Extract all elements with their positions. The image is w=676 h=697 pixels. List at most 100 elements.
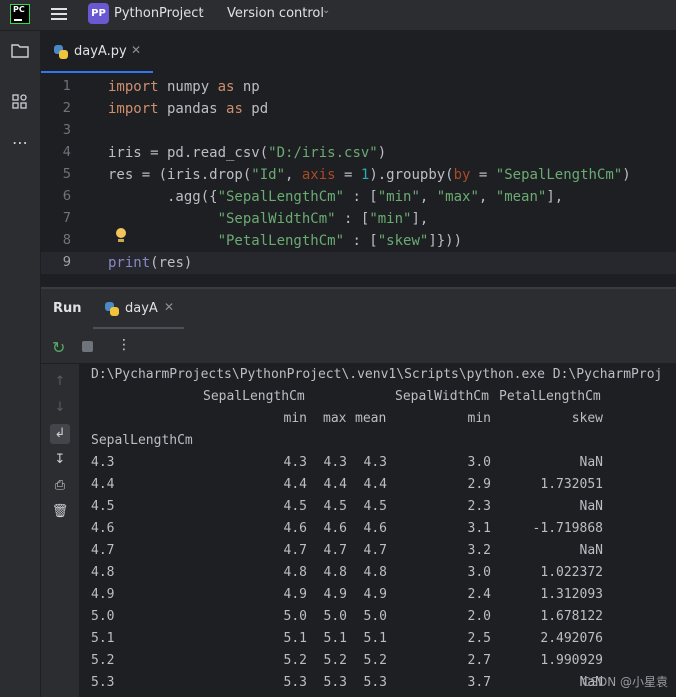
tab-run-daya[interactable]: dayA ✕ xyxy=(93,289,184,329)
line-number: 3 xyxy=(62,123,71,138)
cell-skew: NaN xyxy=(579,455,603,470)
close-icon[interactable]: ✕ xyxy=(131,43,141,57)
header-skew: skew xyxy=(571,411,603,426)
editor-tab-bar: dayA.py ✕ xyxy=(41,31,676,74)
cell-min: 4.4 xyxy=(283,477,307,492)
code-line: 6 .agg({"SepalLengthCm" : ["min", "max",… xyxy=(41,186,676,208)
cell-sw-min: 2.4 xyxy=(467,587,491,602)
cell-idx: 4.9 xyxy=(91,587,115,602)
cell-max: 4.3 xyxy=(323,455,347,470)
lightbulb-icon[interactable] xyxy=(115,228,127,242)
cell-sw-min: 3.0 xyxy=(467,455,491,470)
cell-sw-min: 2.7 xyxy=(467,653,491,668)
structure-icon[interactable] xyxy=(10,93,30,113)
cell-skew: NaN xyxy=(579,543,603,558)
print-icon[interactable]: ⎙ xyxy=(50,476,70,496)
cell-mean: 5.1 xyxy=(363,631,387,646)
line-number: 5 xyxy=(62,167,71,182)
tab-daya-py[interactable]: dayA.py ✕ xyxy=(41,31,153,73)
cell-skew: 2.492076 xyxy=(540,631,603,646)
title-bar: PC PP PythonProject ⌄ Version control ⌄ xyxy=(0,0,676,31)
code-line: 3 xyxy=(41,120,676,142)
cell-min: 4.3 xyxy=(283,455,307,470)
code-editor[interactable]: 1 import numpy as np 2 import pandas as pd… xyxy=(41,73,676,287)
line-number: 2 xyxy=(62,101,71,116)
cell-sw-min: 3.0 xyxy=(467,565,491,580)
project-name[interactable]: PythonProject xyxy=(114,6,204,21)
cell-skew: 1.678122 xyxy=(540,609,603,624)
rerun-icon[interactable]: ↻ xyxy=(52,338,65,357)
line-number: 9 xyxy=(62,255,71,270)
cell-skew: 1.312093 xyxy=(540,587,603,602)
header-min: min xyxy=(283,411,307,426)
chevron-down-icon[interactable]: ⌄ xyxy=(322,5,330,16)
cell-min: 4.7 xyxy=(283,543,307,558)
cell-skew: 1.022372 xyxy=(540,565,603,580)
version-control-menu[interactable]: Version control xyxy=(227,6,324,21)
more-tools-icon[interactable]: ⋯ xyxy=(10,133,30,153)
cell-idx: 4.7 xyxy=(91,543,115,558)
chevron-down-icon[interactable]: ⌄ xyxy=(197,5,205,16)
more-options-icon[interactable]: ⋮ xyxy=(117,337,131,353)
code-line: 5 res = (iris.drop("Id", axis = 1).groupb… xyxy=(41,164,676,186)
cell-min: 4.8 xyxy=(283,565,307,580)
run-toolbar: ↻ ⋮ xyxy=(41,329,676,364)
cell-idx: 4.4 xyxy=(91,477,115,492)
cell-sw-min: 3.1 xyxy=(467,521,491,536)
cell-max: 4.7 xyxy=(323,543,347,558)
trash-icon[interactable]: 🗑 xyxy=(50,502,70,522)
cell-idx: 4.6 xyxy=(91,521,115,536)
folder-icon[interactable] xyxy=(10,43,30,63)
header-mean: mean xyxy=(355,411,387,426)
cell-min: 4.6 xyxy=(283,521,307,536)
python-file-icon xyxy=(105,302,119,316)
code-line-current: 9 print(res) xyxy=(41,252,676,274)
cell-max: 4.4 xyxy=(323,477,347,492)
cell-mean: 4.4 xyxy=(363,477,387,492)
code-line: 4 iris = pd.read_csv("D:/iris.csv") xyxy=(41,142,676,164)
cell-mean: 5.0 xyxy=(363,609,387,624)
soft-wrap-icon[interactable]: ↲ xyxy=(50,424,70,444)
tab-label: dayA.py xyxy=(74,44,127,59)
code-line: 7 "SepalWidthCm" : ["min"], xyxy=(41,208,676,230)
scroll-to-end-icon[interactable]: ↧ xyxy=(50,450,70,470)
scroll-down-icon[interactable]: ↓ xyxy=(50,398,70,418)
line-number: 7 xyxy=(62,211,71,226)
project-badge[interactable]: PP xyxy=(88,3,109,24)
console-actions-gutter: ↑ ↓ ↲ ↧ ⎙ 🗑 xyxy=(41,364,79,697)
cell-sw-min: 2.5 xyxy=(467,631,491,646)
cell-skew: 1.990929 xyxy=(540,653,603,668)
cell-sw-min: 3.2 xyxy=(467,543,491,558)
cell-max: 5.1 xyxy=(323,631,347,646)
main-menu-icon[interactable] xyxy=(51,8,67,20)
header-max: max xyxy=(323,411,347,426)
watermark: CSDN @小星袁 xyxy=(582,675,669,689)
line-number: 1 xyxy=(62,79,71,94)
cell-sw-min: 2.3 xyxy=(467,499,491,514)
console-output[interactable]: D:\PycharmProjects\PythonProject\.venv1\… xyxy=(79,364,676,697)
cell-idx: 5.2 xyxy=(91,653,115,668)
cell-mean: 4.8 xyxy=(363,565,387,580)
cell-mean: 4.7 xyxy=(363,543,387,558)
code-line: 1 import numpy as np xyxy=(41,76,676,98)
line-number: 4 xyxy=(62,145,71,160)
cell-min: 5.3 xyxy=(283,675,307,690)
header-sepal-width: SepalWidthCm xyxy=(395,389,489,404)
stop-icon[interactable] xyxy=(82,341,93,352)
scroll-up-icon[interactable]: ↑ xyxy=(50,372,70,392)
app-logo-text: PC xyxy=(13,5,25,14)
cell-max: 5.0 xyxy=(323,609,347,624)
python-file-icon xyxy=(54,45,68,59)
cell-idx: 4.3 xyxy=(91,455,115,470)
cell-mean: 5.2 xyxy=(363,653,387,668)
run-panel-title: Run xyxy=(53,301,82,316)
cell-max: 4.6 xyxy=(323,521,347,536)
code-line: 8 "PetalLengthCm" : ["skew"]})) xyxy=(41,230,676,252)
cell-sw-min: 3.7 xyxy=(467,675,491,690)
cell-max: 5.2 xyxy=(323,653,347,668)
pycharm-logo[interactable]: PC xyxy=(10,4,30,24)
cell-idx: 4.8 xyxy=(91,565,115,580)
cell-mean: 4.5 xyxy=(363,499,387,514)
tool-window-strip: ⋯ xyxy=(0,31,41,697)
close-icon[interactable]: ✕ xyxy=(164,300,174,314)
